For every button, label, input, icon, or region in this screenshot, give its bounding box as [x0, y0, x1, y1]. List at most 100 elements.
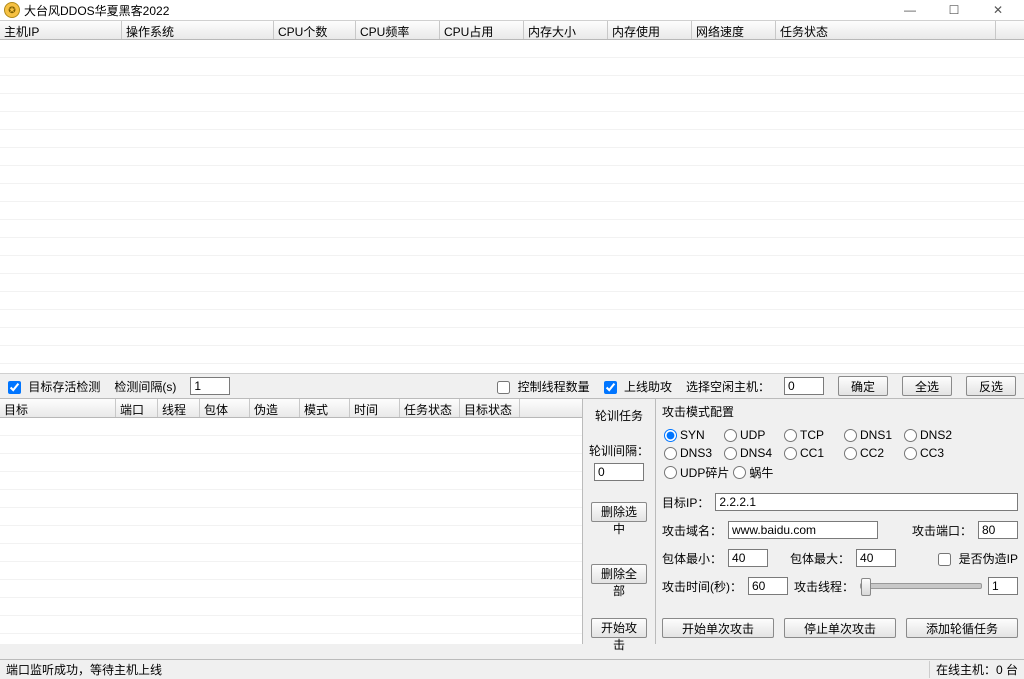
table-row[interactable] — [0, 508, 582, 526]
table-row[interactable] — [0, 562, 582, 580]
task-col-5[interactable]: 模式 — [300, 399, 350, 417]
select-idle-label: 选择空闲主机： — [686, 378, 770, 395]
mode-radio-TCP[interactable]: TCP — [784, 428, 840, 442]
task-col-0[interactable]: 目标 — [0, 399, 116, 417]
target-ip-label: 目标IP： — [662, 494, 709, 511]
table-row[interactable] — [0, 328, 1024, 346]
table-row[interactable] — [0, 616, 582, 634]
mode-radio-DNS3[interactable]: DNS3 — [664, 446, 720, 460]
task-col-1[interactable]: 端口 — [116, 399, 158, 417]
interval-label: 检测间隔(s) — [114, 378, 176, 395]
spoof-ip-checkbox[interactable]: 是否伪造IP — [938, 550, 1018, 567]
delete-selected-button[interactable]: 删除选中 — [591, 502, 647, 522]
stop-single-button[interactable]: 停止单次攻击 — [784, 618, 896, 638]
task-table-body[interactable] — [0, 418, 582, 644]
table-row[interactable] — [0, 184, 1024, 202]
control-threads-checkbox[interactable]: 控制线程数量 — [497, 378, 589, 395]
table-row[interactable] — [0, 274, 1024, 292]
mode-radio-CC1[interactable]: CC1 — [784, 446, 840, 460]
table-row[interactable] — [0, 472, 582, 490]
host-col-6[interactable]: 内存使用 — [608, 21, 692, 39]
close-button[interactable]: ✕ — [976, 0, 1020, 20]
select-idle-input[interactable] — [784, 377, 824, 395]
max-packet-input[interactable] — [856, 549, 896, 567]
invert-select-button[interactable]: 反选 — [966, 376, 1016, 396]
target-ip-input[interactable] — [715, 493, 1018, 511]
table-row[interactable] — [0, 40, 1024, 58]
table-row[interactable] — [0, 256, 1024, 274]
task-col-4[interactable]: 伪造 — [250, 399, 300, 417]
host-table-body[interactable] — [0, 40, 1024, 373]
table-row[interactable] — [0, 454, 582, 472]
attack-domain-input[interactable] — [728, 521, 878, 539]
task-col-7[interactable]: 任务状态 — [400, 399, 460, 417]
poll-interval-input[interactable] — [594, 463, 644, 481]
confirm-button[interactable]: 确定 — [838, 376, 888, 396]
mode-radio-DNS2[interactable]: DNS2 — [904, 428, 960, 442]
delete-all-button[interactable]: 删除全部 — [591, 564, 647, 584]
start-single-button[interactable]: 开始单次攻击 — [662, 618, 774, 638]
table-row[interactable] — [0, 238, 1024, 256]
host-col-8[interactable]: 任务状态 — [776, 21, 996, 39]
min-packet-input[interactable] — [728, 549, 768, 567]
host-col-7[interactable]: 网络速度 — [692, 21, 776, 39]
mode-radio-UDP碎片[interactable]: UDP碎片 — [664, 464, 729, 481]
table-row[interactable] — [0, 148, 1024, 166]
table-row[interactable] — [0, 130, 1024, 148]
table-row[interactable] — [0, 598, 582, 616]
status-right: 在线主机：0 台 — [930, 661, 1024, 678]
table-row[interactable] — [0, 112, 1024, 130]
task-col-6[interactable]: 时间 — [350, 399, 400, 417]
table-row[interactable] — [0, 490, 582, 508]
attack-port-input[interactable] — [978, 521, 1018, 539]
host-col-5[interactable]: 内存大小 — [524, 21, 608, 39]
mode-radio-DNS4[interactable]: DNS4 — [724, 446, 780, 460]
table-row[interactable] — [0, 292, 1024, 310]
table-row[interactable] — [0, 346, 1024, 364]
titlebar: ✪ 大台风DDOS华夏黑客2022 — ☐ ✕ — [0, 0, 1024, 21]
alive-check-checkbox[interactable]: 目标存活检测 — [8, 378, 100, 395]
host-col-4[interactable]: CPU占用 — [440, 21, 524, 39]
mode-radio-SYN[interactable]: SYN — [664, 428, 720, 442]
host-col-0[interactable]: 主机IP — [0, 21, 122, 39]
task-col-8[interactable]: 目标状态 — [460, 399, 520, 417]
host-col-3[interactable]: CPU频率 — [356, 21, 440, 39]
interval-input[interactable] — [190, 377, 230, 395]
host-col-1[interactable]: 操作系统 — [122, 21, 274, 39]
attack-time-input[interactable] — [748, 577, 788, 595]
attack-domain-label: 攻击域名： — [662, 522, 722, 539]
task-col-2[interactable]: 线程 — [158, 399, 200, 417]
attack-thread-input[interactable] — [988, 577, 1018, 595]
table-row[interactable] — [0, 58, 1024, 76]
table-row[interactable] — [0, 634, 582, 644]
minimize-button[interactable]: — — [888, 0, 932, 20]
table-row[interactable] — [0, 544, 582, 562]
mode-radio-蜗牛[interactable]: 蜗牛 — [733, 464, 789, 481]
table-row[interactable] — [0, 526, 582, 544]
add-cycle-button[interactable]: 添加轮循任务 — [906, 618, 1018, 638]
table-row[interactable] — [0, 94, 1024, 112]
table-row[interactable] — [0, 436, 582, 454]
table-row[interactable] — [0, 220, 1024, 238]
status-left: 端口监听成功，等待主机上线 — [0, 661, 930, 678]
table-row[interactable] — [0, 166, 1024, 184]
table-row[interactable] — [0, 418, 582, 436]
host-col-2[interactable]: CPU个数 — [274, 21, 356, 39]
table-row[interactable] — [0, 76, 1024, 94]
online-assist-checkbox[interactable]: 上线助攻 — [604, 378, 672, 395]
task-col-3[interactable]: 包体 — [200, 399, 250, 417]
mode-radio-UDP[interactable]: UDP — [724, 428, 780, 442]
table-row[interactable] — [0, 202, 1024, 220]
task-sidebar: 轮训任务 轮训间隔： 删除选中 删除全部 开始攻击 — [583, 399, 656, 644]
mode-radio-DNS1[interactable]: DNS1 — [844, 428, 900, 442]
maximize-button[interactable]: ☐ — [932, 0, 976, 20]
start-attack-button[interactable]: 开始攻击 — [591, 618, 647, 638]
thread-slider[interactable] — [860, 583, 982, 589]
select-all-button[interactable]: 全选 — [902, 376, 952, 396]
host-table-header: 主机IP操作系统CPU个数CPU频率CPU占用内存大小内存使用网络速度任务状态 — [0, 21, 1024, 40]
mode-radio-CC2[interactable]: CC2 — [844, 446, 900, 460]
mode-radio-CC3[interactable]: CC3 — [904, 446, 960, 460]
table-row[interactable] — [0, 364, 1024, 373]
table-row[interactable] — [0, 310, 1024, 328]
table-row[interactable] — [0, 580, 582, 598]
